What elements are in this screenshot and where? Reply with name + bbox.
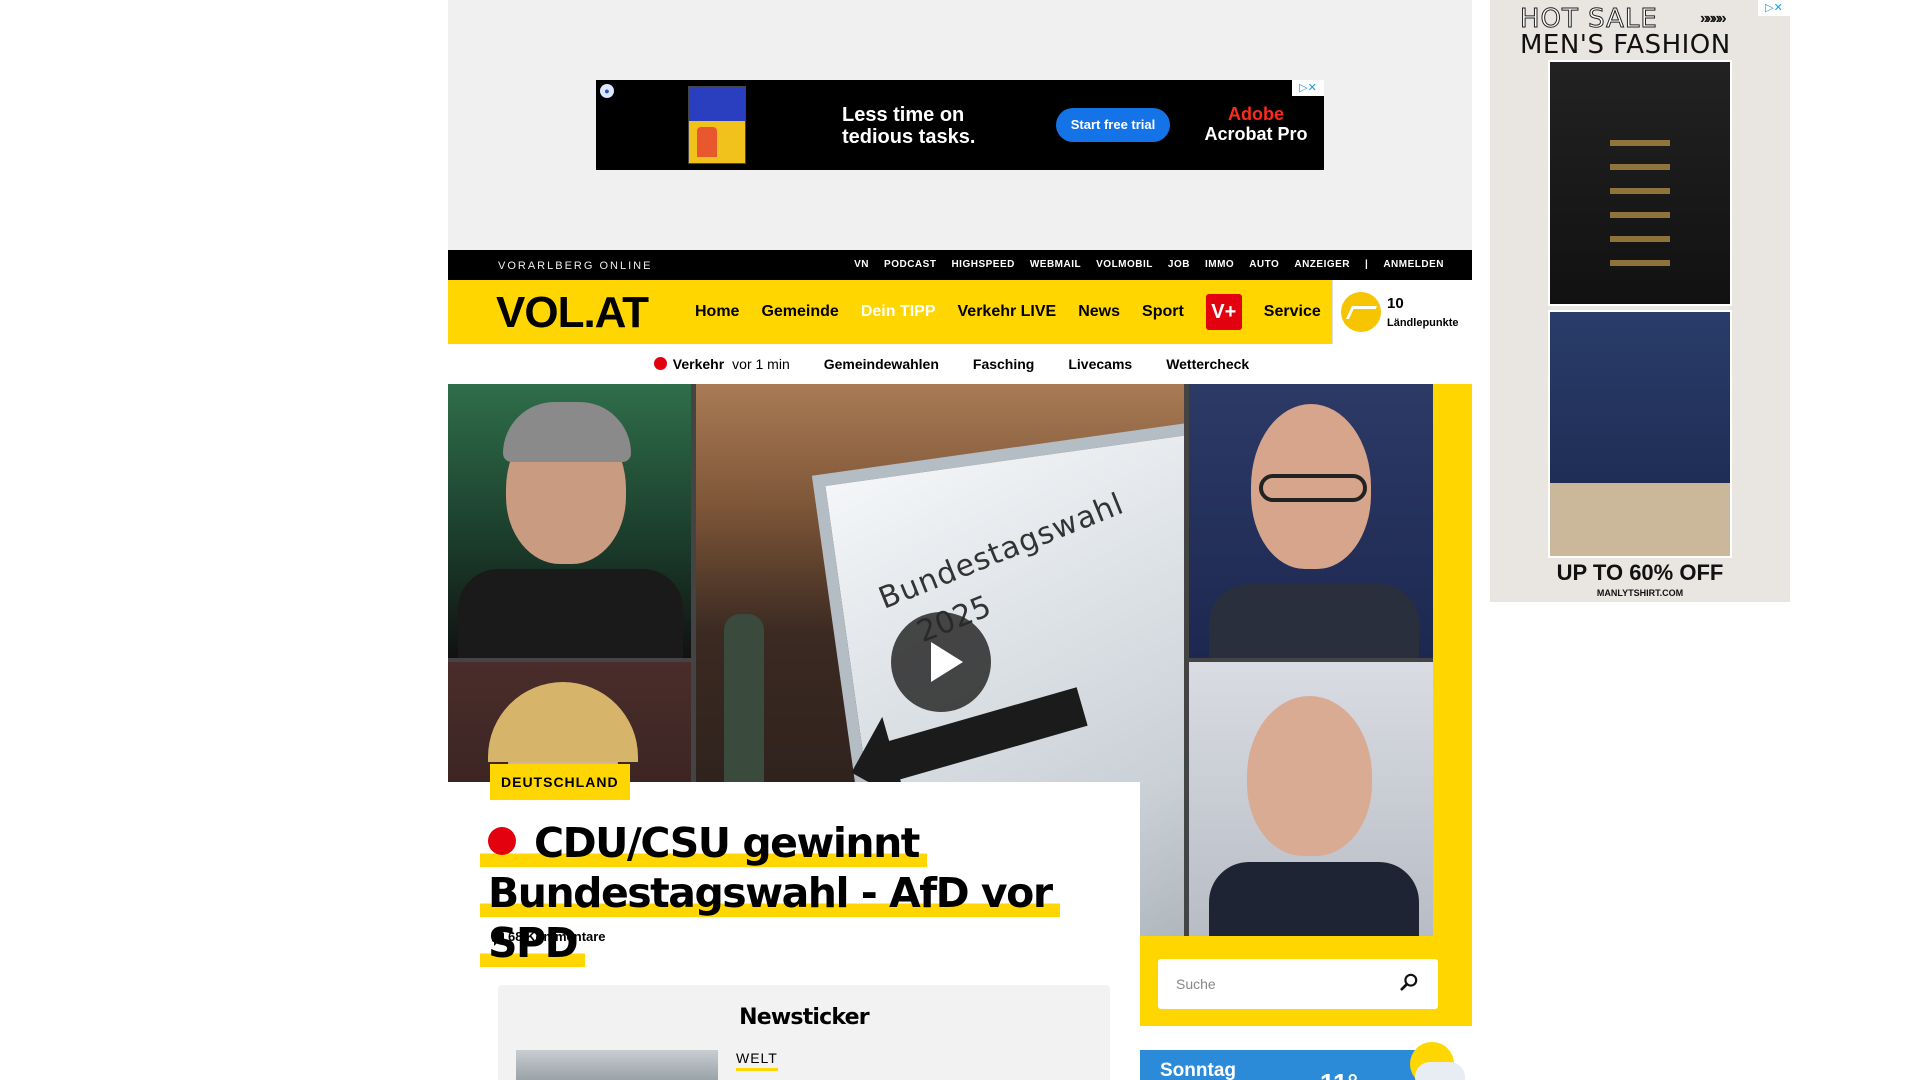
play-icon[interactable] [891, 612, 991, 712]
hero-photo-politician-3 [1189, 384, 1433, 658]
top-link-highspeed[interactable]: HIGHSPEED [951, 259, 1014, 270]
newsticker-title: Newsticker [739, 1005, 869, 1030]
ad-brand: Adobe Acrobat Pro [1196, 104, 1316, 144]
search-box [1158, 959, 1438, 1009]
hero-photo-politician-4 [1189, 662, 1433, 936]
nav-service[interactable]: Service [1264, 303, 1321, 321]
main-nav: VOL.AT Home Gemeinde Dein TIPP Verkehr L… [448, 280, 1472, 344]
live-dot-icon [488, 827, 516, 855]
weather-temp: 11° [1320, 1068, 1358, 1080]
side-ad[interactable]: HOT SALE »»»» MEN'S FASHION UP TO 60% OF… [1490, 0, 1790, 602]
nav-home[interactable]: Home [695, 303, 739, 321]
headline-line-1: CDU/CSU gewinnt [480, 819, 927, 867]
top-link-podcast[interactable]: PODCAST [884, 259, 936, 270]
top-link-auto[interactable]: AUTO [1249, 259, 1279, 270]
category-badge[interactable]: DEUTSCHLAND [490, 764, 630, 800]
hero-photo-politician-1 [448, 384, 691, 658]
article-headline[interactable]: CDU/CSU gewinnt Bundestagswahl - AfD vor… [480, 818, 1100, 968]
top-link-immo[interactable]: IMMO [1205, 259, 1234, 270]
sub-item-livecams[interactable]: Livecams [1068, 356, 1132, 372]
top-link-webmail[interactable]: WEBMAIL [1030, 259, 1081, 270]
ad-choices-icon[interactable]: ▷✕ [1758, 0, 1790, 16]
sub-item-wettercheck[interactable]: Wettercheck [1166, 356, 1249, 372]
comments-link[interactable]: 68 Kommentare [492, 929, 606, 946]
nav-gemeinde[interactable]: Gemeinde [761, 303, 838, 321]
points-value: 10 [1387, 295, 1404, 312]
headline-text-1: CDU/CSU gewinnt [534, 819, 920, 867]
live-time: vor 1 min [732, 356, 790, 372]
top-ad-banner[interactable]: ● Less time on tedious tasks. Start free… [596, 80, 1324, 170]
side-ad-arrows: »»»» [1700, 10, 1727, 27]
points-label: Ländlepunkte [1387, 317, 1459, 329]
newsticker-thumbnail[interactable] [516, 1050, 718, 1080]
ad-book-image [688, 86, 746, 164]
points-widget[interactable]: 10 Ländlepunkte [1332, 280, 1472, 344]
side-ad-product-1 [1548, 60, 1732, 306]
cloud-icon [1415, 1062, 1465, 1080]
sub-item-fasching[interactable]: Fasching [973, 356, 1034, 372]
ad-cta-button[interactable]: Start free trial [1056, 108, 1170, 142]
top-link-separator: | [1365, 259, 1369, 270]
side-ad-product-2 [1548, 310, 1732, 558]
side-ad-line2: MEN'S FASHION [1520, 30, 1731, 60]
sub-nav: Verkehr vor 1 min Gemeindewahlen Fasching… [448, 344, 1472, 384]
vplus-icon[interactable]: V+ [1205, 294, 1242, 330]
comment-icon [492, 931, 504, 946]
nav-news[interactable]: News [1078, 303, 1120, 321]
live-label: Verkehr [672, 356, 725, 372]
search-icon[interactable] [1400, 973, 1418, 991]
search-input[interactable] [1176, 959, 1376, 1009]
ad-brand-line1: Adobe [1228, 104, 1284, 124]
page: ● Less time on tedious tasks. Start free… [0, 0, 1920, 1080]
headline-text-2: Bundestagswahl - AfD vor SPD [488, 869, 1053, 967]
live-dot-icon [653, 357, 667, 370]
top-bar: VORARLBERG ONLINE VN PODCAST HIGHSPEED W… [448, 250, 1472, 280]
ad-brand-line2: Acrobat Pro [1204, 124, 1308, 144]
top-link-vn[interactable]: VN [854, 259, 869, 270]
comments-count: 68 Kommentare [508, 929, 606, 944]
top-link-job[interactable]: JOB [1168, 259, 1190, 270]
ad-close-icon[interactable]: ▷✕ [1292, 80, 1324, 96]
headline-line-2: Bundestagswahl - AfD vor SPD [480, 869, 1060, 967]
site-logo[interactable]: VOL.AT [496, 288, 649, 338]
top-link-volmobil[interactable]: VOLMOBIL [1096, 259, 1153, 270]
nav-verkehr-live[interactable]: Verkehr LIVE [958, 303, 1057, 321]
weather-widget[interactable]: Sonntag 11° [1140, 1042, 1465, 1080]
ad-headline: Less time on tedious tasks. [842, 104, 976, 148]
sub-item-gemeindewahlen[interactable]: Gemeindewahlen [824, 356, 939, 372]
nav-dein-tipp[interactable]: Dein TIPP [861, 303, 936, 321]
newsticker-category[interactable]: WELT [736, 1050, 778, 1071]
top-link-anzeiger[interactable]: ANZEIGER [1294, 259, 1350, 270]
ad-shield-icon: ● [600, 84, 614, 98]
site-label: VORARLBERG ONLINE [498, 260, 653, 272]
sub-item-verkehr[interactable]: Verkehr vor 1 min [653, 356, 790, 372]
login-link[interactable]: ANMELDEN [1383, 259, 1444, 270]
points-icon [1341, 292, 1381, 332]
side-ad-site: MANLYTSHIRT.COM [1596, 588, 1684, 598]
nav-items: Home Gemeinde Dein TIPP Verkehr LIVE New… [695, 280, 1321, 344]
top-links: VN PODCAST HIGHSPEED WEBMAIL VOLMOBIL JO… [854, 259, 1444, 270]
side-ad-offer: UP TO 60% OFF [1556, 560, 1724, 585]
nav-sport[interactable]: Sport [1142, 303, 1184, 321]
weather-day: Sonntag [1160, 1060, 1236, 1080]
hero-side-accent [1433, 384, 1472, 936]
newsticker: Newsticker WELT [498, 985, 1110, 1080]
